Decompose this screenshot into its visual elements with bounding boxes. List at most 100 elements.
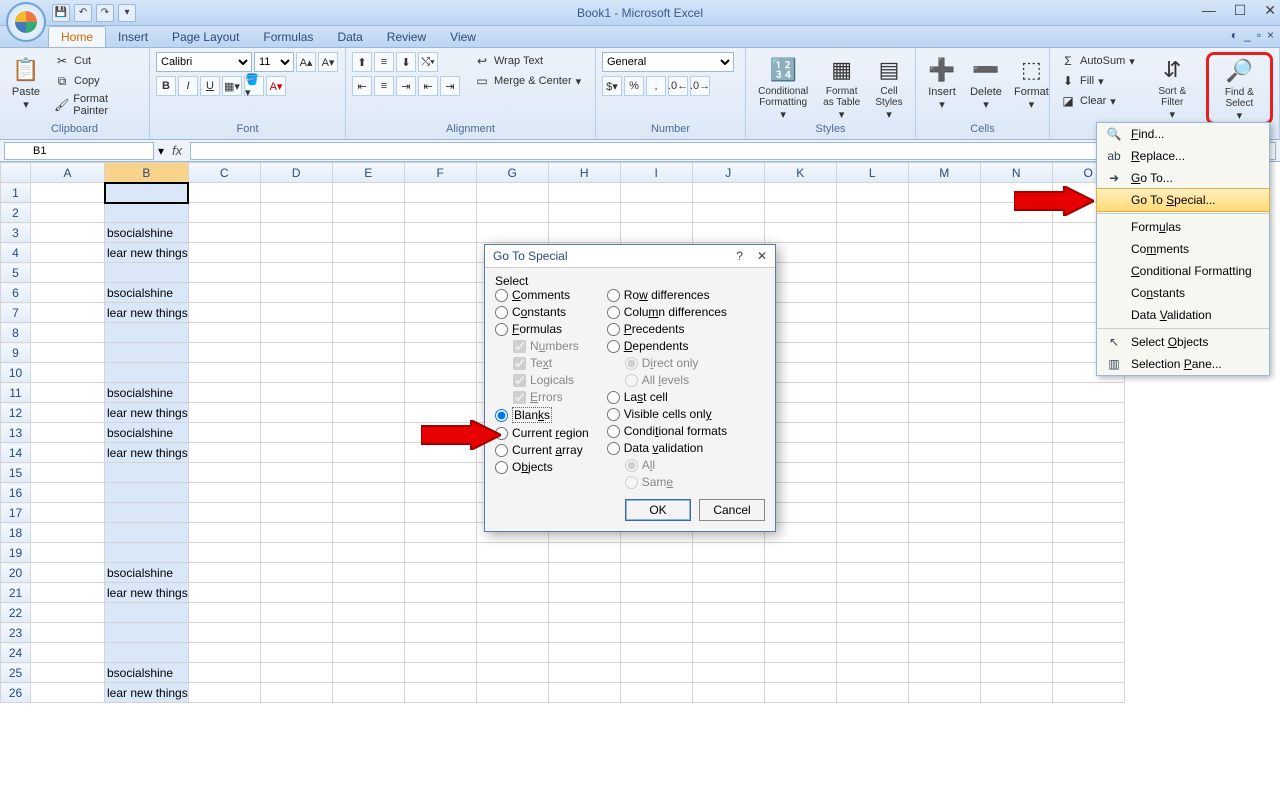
cell-F22[interactable] (404, 603, 476, 623)
col-header-K[interactable]: K (764, 163, 836, 183)
cell-F21[interactable] (404, 583, 476, 603)
cell-M9[interactable] (908, 343, 980, 363)
orientation-icon[interactable]: ⤭▾ (418, 52, 438, 72)
currency-icon[interactable]: $▾ (602, 76, 622, 96)
cell-A25[interactable] (31, 663, 105, 683)
cell-D6[interactable] (260, 283, 332, 303)
help-icon[interactable]: ◐ (1231, 28, 1238, 42)
cell-A21[interactable] (31, 583, 105, 603)
cell-D25[interactable] (260, 663, 332, 683)
opt-comments[interactable]: Comments (495, 288, 589, 302)
cell-E1[interactable] (332, 183, 404, 203)
cell-N12[interactable] (980, 403, 1052, 423)
cell-L4[interactable] (836, 243, 908, 263)
cell-H19[interactable] (548, 543, 620, 563)
cell-O20[interactable] (1052, 563, 1124, 583)
cell-N25[interactable] (980, 663, 1052, 683)
cell-B11[interactable]: bsocialshine (105, 383, 189, 403)
col-header-C[interactable]: C (188, 163, 260, 183)
cell-B16[interactable] (105, 483, 189, 503)
cell-D5[interactable] (260, 263, 332, 283)
cell-I22[interactable] (620, 603, 692, 623)
row-header-25[interactable]: 25 (1, 663, 31, 683)
cell-O26[interactable] (1052, 683, 1124, 703)
cell-H25[interactable] (548, 663, 620, 683)
cell-N5[interactable] (980, 263, 1052, 283)
format-cells-button[interactable]: ⬚Format▾ (1010, 52, 1053, 113)
cell-F16[interactable] (404, 483, 476, 503)
cell-A8[interactable] (31, 323, 105, 343)
cell-C20[interactable] (188, 563, 260, 583)
cell-B10[interactable] (105, 363, 189, 383)
cell-O22[interactable] (1052, 603, 1124, 623)
cell-A14[interactable] (31, 443, 105, 463)
close-icon[interactable]: ✕ (1264, 2, 1276, 19)
cell-G19[interactable] (476, 543, 548, 563)
opt-row-diff[interactable]: Row differences (607, 288, 727, 302)
cell-L2[interactable] (836, 203, 908, 223)
align-center-icon[interactable]: ≡ (374, 76, 394, 96)
menu-data-validation[interactable]: Data Validation (1097, 304, 1269, 326)
qat-customize-icon[interactable]: ▾ (118, 4, 136, 22)
comma-icon[interactable]: , (646, 76, 666, 96)
cell-E9[interactable] (332, 343, 404, 363)
underline-button[interactable]: U (200, 76, 220, 96)
cell-E18[interactable] (332, 523, 404, 543)
cell-I3[interactable] (620, 223, 692, 243)
cell-E17[interactable] (332, 503, 404, 523)
cell-F11[interactable] (404, 383, 476, 403)
row-header-13[interactable]: 13 (1, 423, 31, 443)
cell-D2[interactable] (260, 203, 332, 223)
cell-B17[interactable] (105, 503, 189, 523)
cell-N22[interactable] (980, 603, 1052, 623)
row-header-23[interactable]: 23 (1, 623, 31, 643)
dialog-title-bar[interactable]: Go To Special ?✕ (485, 245, 775, 268)
cell-A5[interactable] (31, 263, 105, 283)
cell-N17[interactable] (980, 503, 1052, 523)
cell-B3[interactable]: bsocialshine (105, 223, 189, 243)
cell-N3[interactable] (980, 223, 1052, 243)
fx-icon[interactable]: fx (164, 143, 190, 158)
cell-D11[interactable] (260, 383, 332, 403)
cell-D4[interactable] (260, 243, 332, 263)
cell-D22[interactable] (260, 603, 332, 623)
delete-cells-button[interactable]: ➖Delete▾ (966, 52, 1006, 113)
cell-C5[interactable] (188, 263, 260, 283)
row-header-15[interactable]: 15 (1, 463, 31, 483)
cell-E4[interactable] (332, 243, 404, 263)
cell-G20[interactable] (476, 563, 548, 583)
col-header-J[interactable]: J (692, 163, 764, 183)
cell-D12[interactable] (260, 403, 332, 423)
cell-E20[interactable] (332, 563, 404, 583)
row-header-3[interactable]: 3 (1, 223, 31, 243)
opt-data-validation[interactable]: Data validation (607, 441, 727, 455)
cell-J21[interactable] (692, 583, 764, 603)
cell-A26[interactable] (31, 683, 105, 703)
tab-review[interactable]: Review (375, 27, 438, 47)
cell-A18[interactable] (31, 523, 105, 543)
cell-G2[interactable] (476, 203, 548, 223)
cell-H24[interactable] (548, 643, 620, 663)
cell-M15[interactable] (908, 463, 980, 483)
cell-A13[interactable] (31, 423, 105, 443)
cell-O14[interactable] (1052, 443, 1124, 463)
col-header-F[interactable]: F (404, 163, 476, 183)
cell-A11[interactable] (31, 383, 105, 403)
col-header-A[interactable]: A (31, 163, 105, 183)
cell-F2[interactable] (404, 203, 476, 223)
col-header-H[interactable]: H (548, 163, 620, 183)
cell-N23[interactable] (980, 623, 1052, 643)
cell-C8[interactable] (188, 323, 260, 343)
cell-M26[interactable] (908, 683, 980, 703)
italic-button[interactable]: I (178, 76, 198, 96)
cell-B18[interactable] (105, 523, 189, 543)
clear-button[interactable]: ◪Clear ▾ (1056, 92, 1139, 110)
copy-button[interactable]: ⧉Copy (50, 72, 143, 90)
cell-M4[interactable] (908, 243, 980, 263)
sort-filter-button[interactable]: ⇵Sort & Filter▾ (1143, 52, 1202, 123)
cell-K3[interactable] (764, 223, 836, 243)
opt-objects[interactable]: Objects (495, 460, 589, 474)
cell-A3[interactable] (31, 223, 105, 243)
cell-G25[interactable] (476, 663, 548, 683)
cell-N18[interactable] (980, 523, 1052, 543)
